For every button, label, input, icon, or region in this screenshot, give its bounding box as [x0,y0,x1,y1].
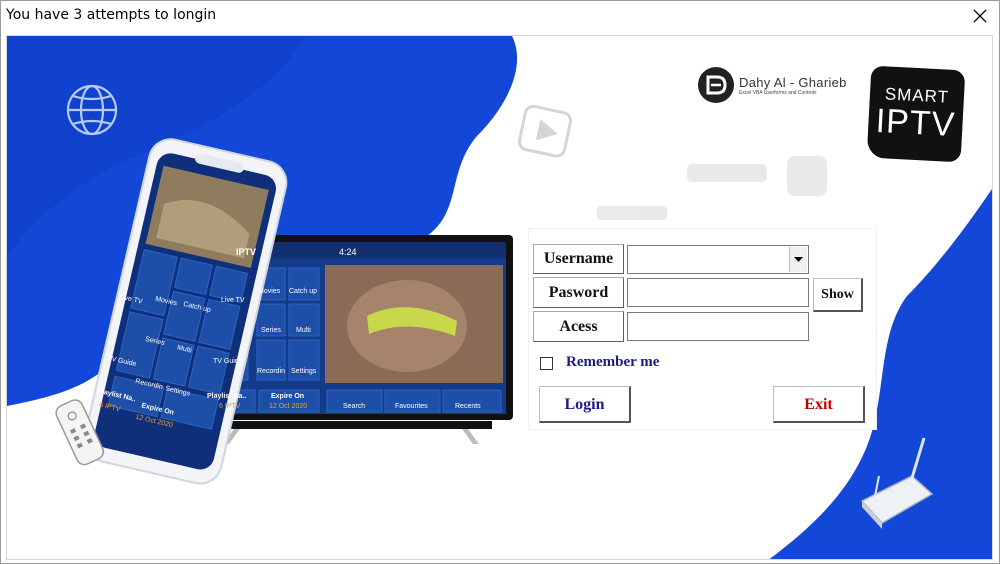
password-label: Pasword [533,277,624,308]
remember-label: Remember me [566,354,660,370]
tv-expire-label: Expire On [271,393,305,400]
login-canvas: IPTV 4:24 Live TV Movies Catch up TV Gui… [6,35,993,560]
tv-tile-catchup: Catch up [289,288,318,295]
login-form: Username Pasword Show Acess Remember me … [528,228,877,430]
tv-tile-recording: Recordin [257,368,286,375]
tv-expire-value: 12 Oct 2020 [269,403,308,410]
tv-tile-series: Series [261,327,281,334]
tv-playlist-value: 6 IPTV [219,403,241,410]
access-field[interactable] [627,312,809,341]
exit-button[interactable]: Exit [773,386,865,423]
tv-tile-movies: Movies [258,288,281,295]
tv-tile-live: Live TV [221,297,245,304]
tv-time: 4:24 [339,247,357,257]
tv-search: Search [343,403,366,410]
author-subtitle: Excel VBA Userforms and Controls [739,89,817,96]
tv-tile-settings: Settings [291,368,317,375]
login-window: You have 3 attempts to longin IPTV 4:24 … [0,0,1000,564]
badge-iptv: IPTV [874,101,957,145]
tv-header: IPTV [236,247,257,257]
remember-checkbox[interactable] [540,357,553,370]
username-combobox[interactable] [627,245,809,274]
smart-iptv-badge: SMART IPTV [866,65,966,163]
author-name: Dahy Al - Gharieb [739,74,847,90]
show-password-button[interactable]: Show [813,278,863,312]
title-bar: You have 3 attempts to longin [1,1,999,31]
tv-tile-guide: TV Guide [213,358,243,365]
tv-playlist-label: Playlist Na.. [207,393,247,400]
chevron-down-icon[interactable] [789,247,807,272]
password-field[interactable] [627,278,809,307]
tv-recents: Recents [455,403,481,410]
contact-email: Dahy.Algharieb@gmail.com [269,446,415,458]
tv-tile-multi: Multi [296,327,311,334]
access-label: Acess [533,311,624,342]
author-logo-icon [698,67,734,103]
window-title: You have 3 attempts to longin [6,7,217,23]
tv-favourites: Favourites [395,403,428,410]
author-logo: Dahy Al - Gharieb Excel VBA Userforms an… [697,66,847,104]
close-icon[interactable] [967,3,993,29]
play-icon [517,104,573,158]
login-button[interactable]: Login [539,386,631,423]
username-label: Username [533,244,624,274]
